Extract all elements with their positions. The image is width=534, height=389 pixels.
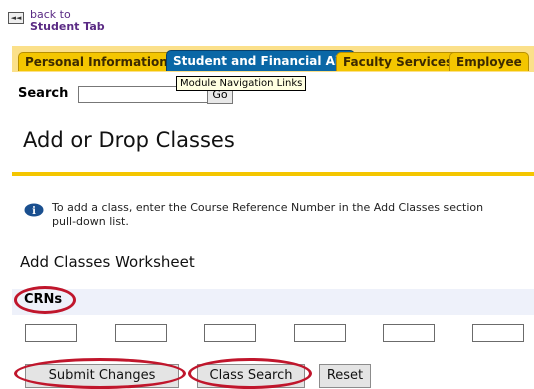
svg-text:i: i	[32, 206, 36, 217]
crn-input-4[interactable]	[294, 324, 346, 342]
back-link-student-tab[interactable]: Student Tab	[30, 20, 105, 33]
crn-input-2[interactable]	[115, 324, 167, 342]
info-line1: To add a class, enter the Course Referen…	[52, 201, 484, 214]
highlight-circle-class-search	[188, 358, 312, 389]
tab-employee[interactable]: Employee	[449, 52, 529, 71]
tab-personal-information[interactable]: Personal Information	[18, 52, 175, 71]
page-title: Add or Drop Classes	[23, 128, 235, 152]
title-divider	[12, 172, 534, 176]
search-label: Search	[18, 86, 69, 101]
tab-faculty-services[interactable]: Faculty Services	[336, 52, 461, 71]
info-message: To add a class, enter the Course Referen…	[52, 201, 534, 229]
highlight-circle-submit	[14, 358, 186, 389]
highlight-circle-crns	[14, 286, 76, 314]
tooltip: Module Navigation Links	[176, 76, 307, 91]
tab-student-and-financial-aid[interactable]: Student and Financial Aid	[166, 50, 355, 71]
back-icon[interactable]: ◄◄	[8, 12, 24, 24]
worksheet-title: Add Classes Worksheet	[20, 253, 195, 271]
reset-button[interactable]: Reset	[319, 364, 371, 388]
info-icon: i	[24, 203, 44, 217]
crn-input-5[interactable]	[383, 324, 435, 342]
crn-input-6[interactable]	[472, 324, 524, 342]
info-line2: pull-down list.	[52, 215, 129, 228]
crn-input-3[interactable]	[204, 324, 256, 342]
crn-header-row	[12, 289, 534, 315]
crn-input-1[interactable]	[25, 324, 77, 342]
